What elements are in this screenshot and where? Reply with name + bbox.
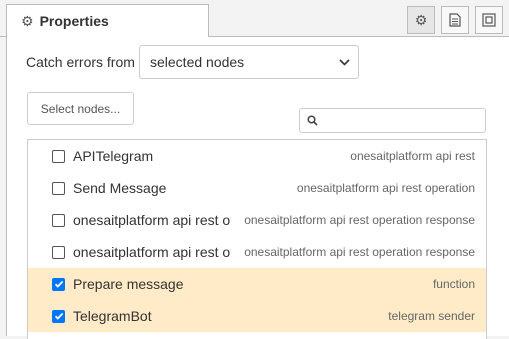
tab-properties[interactable]: ⚙ Properties xyxy=(6,4,209,37)
settings-tab-button[interactable]: ⚙ xyxy=(407,6,435,34)
appearance-tab-button[interactable] xyxy=(475,6,503,34)
node-name: onesaitplatform api rest o xyxy=(73,244,231,260)
node-list-row[interactable]: Send Message onesaitplatform api rest ope… xyxy=(28,172,486,204)
tab-label: Properties xyxy=(39,13,109,29)
properties-editor: ⚙ Properties ⚙ Catch errors from selecte… xyxy=(0,0,509,339)
node-type: onesaitplatform api rest xyxy=(350,149,475,163)
node-type: onesaitplatform api rest operation respo… xyxy=(244,213,475,227)
node-type: onesaitplatform api rest operation xyxy=(296,181,475,195)
node-type: onesaitplatform api rest operation respo… xyxy=(244,245,475,259)
node-list-row[interactable]: TelegramBot telegram sender xyxy=(28,300,486,332)
checkmark-icon xyxy=(54,312,63,320)
node-checkbox[interactable] xyxy=(52,277,65,291)
node-name: Send Message xyxy=(73,180,167,196)
node-list-row[interactable]: onesaitplatform api rest o onesaitplatfor… xyxy=(28,236,486,268)
catch-scope-select[interactable]: selected nodes xyxy=(139,45,359,79)
catch-scope-value: selected nodes xyxy=(150,54,245,70)
node-search-input[interactable] xyxy=(299,108,486,133)
node-name: onesaitplatform api rest o xyxy=(73,212,231,228)
chevron-down-icon xyxy=(339,58,350,66)
node-list-row[interactable]: Prepare message function xyxy=(28,268,486,300)
node-list-row[interactable]: onesaitplatform api rest o onesaitplatfor… xyxy=(28,204,486,236)
node-checkbox[interactable] xyxy=(52,213,65,227)
node-type: function xyxy=(432,277,475,291)
node-list-row[interactable]: APITelegram onesaitplatform api rest xyxy=(28,140,486,172)
node-checkbox[interactable] xyxy=(52,245,65,259)
checkmark-icon xyxy=(54,280,63,288)
frame-icon xyxy=(482,13,496,27)
node-type: telegram sender xyxy=(388,309,475,323)
select-nodes-button[interactable]: Select nodes... xyxy=(27,92,134,125)
node-name: Prepare message xyxy=(73,276,184,292)
document-icon xyxy=(449,13,461,27)
node-checkbox[interactable] xyxy=(52,181,65,195)
search-icon xyxy=(307,115,318,126)
catch-errors-label: Catch errors from xyxy=(26,54,135,70)
node-name: APITelegram xyxy=(73,148,154,164)
gear-icon: ⚙ xyxy=(414,11,428,28)
gear-icon: ⚙ xyxy=(21,12,34,29)
node-checkbox[interactable] xyxy=(52,309,65,323)
node-checkbox[interactable] xyxy=(52,149,65,163)
description-tab-button[interactable] xyxy=(441,6,469,34)
node-name: TelegramBot xyxy=(73,308,152,324)
node-list: APITelegram onesaitplatform api rest Send … xyxy=(27,139,487,339)
